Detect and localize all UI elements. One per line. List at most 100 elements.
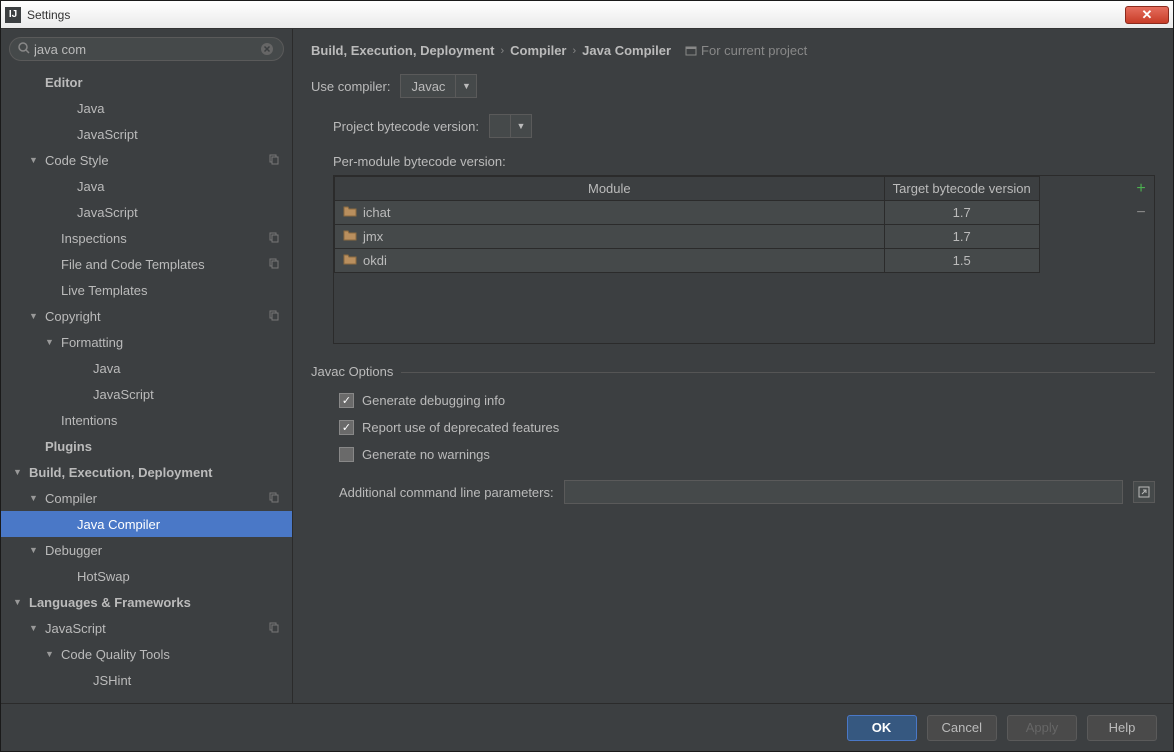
debug-checkbox[interactable]: ✓ [339, 393, 354, 408]
chevron-down-icon: ▼ [29, 311, 45, 321]
tree-item-label: HotSwap [77, 569, 130, 584]
tree-item[interactable]: ▼Code Quality Tools [1, 641, 292, 667]
tree-item[interactable]: JavaScript [1, 199, 292, 225]
table-row[interactable]: ichat1.7 [335, 201, 1040, 225]
apply-button[interactable]: Apply [1007, 715, 1077, 741]
tree-item-label: Java [93, 361, 120, 376]
tree-item-label: Debugger [45, 543, 102, 558]
tree-item-label: Code Style [45, 153, 109, 168]
search-input[interactable] [34, 42, 259, 57]
bytecode-version-combo[interactable]: ▼ [489, 114, 532, 138]
tree-item[interactable]: JavaScript [1, 121, 292, 147]
copy-icon [268, 231, 280, 246]
tree-item[interactable]: ▼Formatting [1, 329, 292, 355]
ok-button[interactable]: OK [847, 715, 917, 741]
tree-item-label: File and Code Templates [61, 257, 205, 272]
titlebar: IJ Settings ✕ [1, 1, 1173, 29]
deprecated-label: Report use of deprecated features [362, 420, 559, 435]
tree-item[interactable]: Inspections [1, 225, 292, 251]
tree-item[interactable]: HotSwap [1, 563, 292, 589]
params-label: Additional command line parameters: [339, 485, 554, 500]
tree-item-label: Java [77, 101, 104, 116]
nowarn-label: Generate no warnings [362, 447, 490, 462]
tree-item-label: JSHint [93, 673, 131, 688]
cancel-button[interactable]: Cancel [927, 715, 997, 741]
tree-item[interactable]: ▼Compiler [1, 485, 292, 511]
minus-icon[interactable]: − [1136, 204, 1145, 222]
tree-item[interactable]: Intentions [1, 407, 292, 433]
app-icon: IJ [5, 7, 21, 23]
tree-item-label: Live Templates [61, 283, 147, 298]
use-compiler-combo[interactable]: Javac ▼ [400, 74, 477, 98]
chevron-down-icon: ▼ [511, 121, 531, 131]
breadcrumb-note: For current project [685, 43, 807, 58]
chevron-right-icon: › [500, 45, 504, 57]
combo-value [490, 115, 511, 137]
table-header-module[interactable]: Module [335, 177, 885, 201]
tree-item-label: Inspections [61, 231, 127, 246]
tree-item[interactable]: Java [1, 355, 292, 381]
chevron-down-icon: ▼ [29, 493, 45, 503]
tree-item-label: Copyright [45, 309, 101, 324]
sidebar: EditorJavaJavaScript▼Code StyleJavaJavaS… [1, 29, 293, 703]
folder-icon [343, 205, 357, 217]
close-button[interactable]: ✕ [1125, 6, 1169, 24]
version-cell[interactable]: 1.7 [884, 201, 1039, 225]
nowarn-checkbox[interactable] [339, 447, 354, 462]
copy-icon [268, 257, 280, 272]
tree-item-label: JavaScript [45, 621, 106, 636]
tree-item[interactable]: JSHint [1, 667, 292, 693]
tree-item-label: Editor [45, 75, 83, 90]
debug-label: Generate debugging info [362, 393, 505, 408]
table-empty-area [334, 273, 1128, 343]
copy-icon [268, 491, 280, 506]
bytecode-version-label: Project bytecode version: [333, 119, 479, 134]
tree-item-label: JavaScript [77, 205, 138, 220]
tree-item-label: Intentions [61, 413, 117, 428]
footer: OK Cancel Apply Help [1, 703, 1173, 751]
per-module-label: Per-module bytecode version: [333, 154, 1155, 169]
tree-item[interactable]: Editor [1, 69, 292, 95]
help-button[interactable]: Help [1087, 715, 1157, 741]
tree-item[interactable]: ▼Languages & Frameworks [1, 589, 292, 615]
expand-button[interactable] [1133, 481, 1155, 503]
chevron-down-icon: ▼ [29, 155, 45, 165]
module-cell: ichat [335, 201, 885, 225]
folder-icon [343, 253, 357, 265]
tree-item[interactable]: JavaScript [1, 381, 292, 407]
tree-item[interactable]: Java Compiler [1, 511, 292, 537]
table-row[interactable]: okdi1.5 [335, 249, 1040, 273]
clear-search-icon[interactable] [259, 41, 275, 57]
version-cell[interactable]: 1.5 [884, 249, 1039, 273]
tree-item[interactable]: ▼Code Style [1, 147, 292, 173]
tree-item[interactable]: File and Code Templates [1, 251, 292, 277]
chevron-down-icon: ▼ [456, 81, 476, 91]
tree-item-label: Plugins [45, 439, 92, 454]
tree-item[interactable]: ▼Build, Execution, Deployment [1, 459, 292, 485]
tree-item[interactable]: ▼Debugger [1, 537, 292, 563]
chevron-down-icon: ▼ [45, 649, 61, 659]
plus-icon[interactable]: + [1136, 180, 1145, 198]
tree-item[interactable]: Live Templates [1, 277, 292, 303]
table-row[interactable]: jmx1.7 [335, 225, 1040, 249]
tree-item[interactable]: ▼JavaScript [1, 615, 292, 641]
tree-item-label: Languages & Frameworks [29, 595, 191, 610]
params-input[interactable] [564, 480, 1123, 504]
tree-item-label: Java [77, 179, 104, 194]
search-box[interactable] [9, 37, 284, 61]
tree-item-label: JavaScript [93, 387, 154, 402]
version-cell[interactable]: 1.7 [884, 225, 1039, 249]
deprecated-checkbox[interactable]: ✓ [339, 420, 354, 435]
tree-item[interactable]: Plugins [1, 433, 292, 459]
module-table-container: Module Target bytecode version ichat1.7j… [333, 175, 1155, 344]
combo-value: Javac [401, 75, 456, 97]
table-header-version[interactable]: Target bytecode version [884, 177, 1039, 201]
tree-item[interactable]: Java [1, 95, 292, 121]
content-panel: Build, Execution, Deployment › Compiler … [293, 29, 1173, 703]
tree-item[interactable]: Java [1, 173, 292, 199]
use-compiler-label: Use compiler: [311, 79, 390, 94]
table-toolbar: + − [1128, 176, 1154, 343]
chevron-right-icon: › [572, 45, 576, 57]
breadcrumb-part: Java Compiler [582, 43, 671, 58]
tree-item[interactable]: ▼Copyright [1, 303, 292, 329]
